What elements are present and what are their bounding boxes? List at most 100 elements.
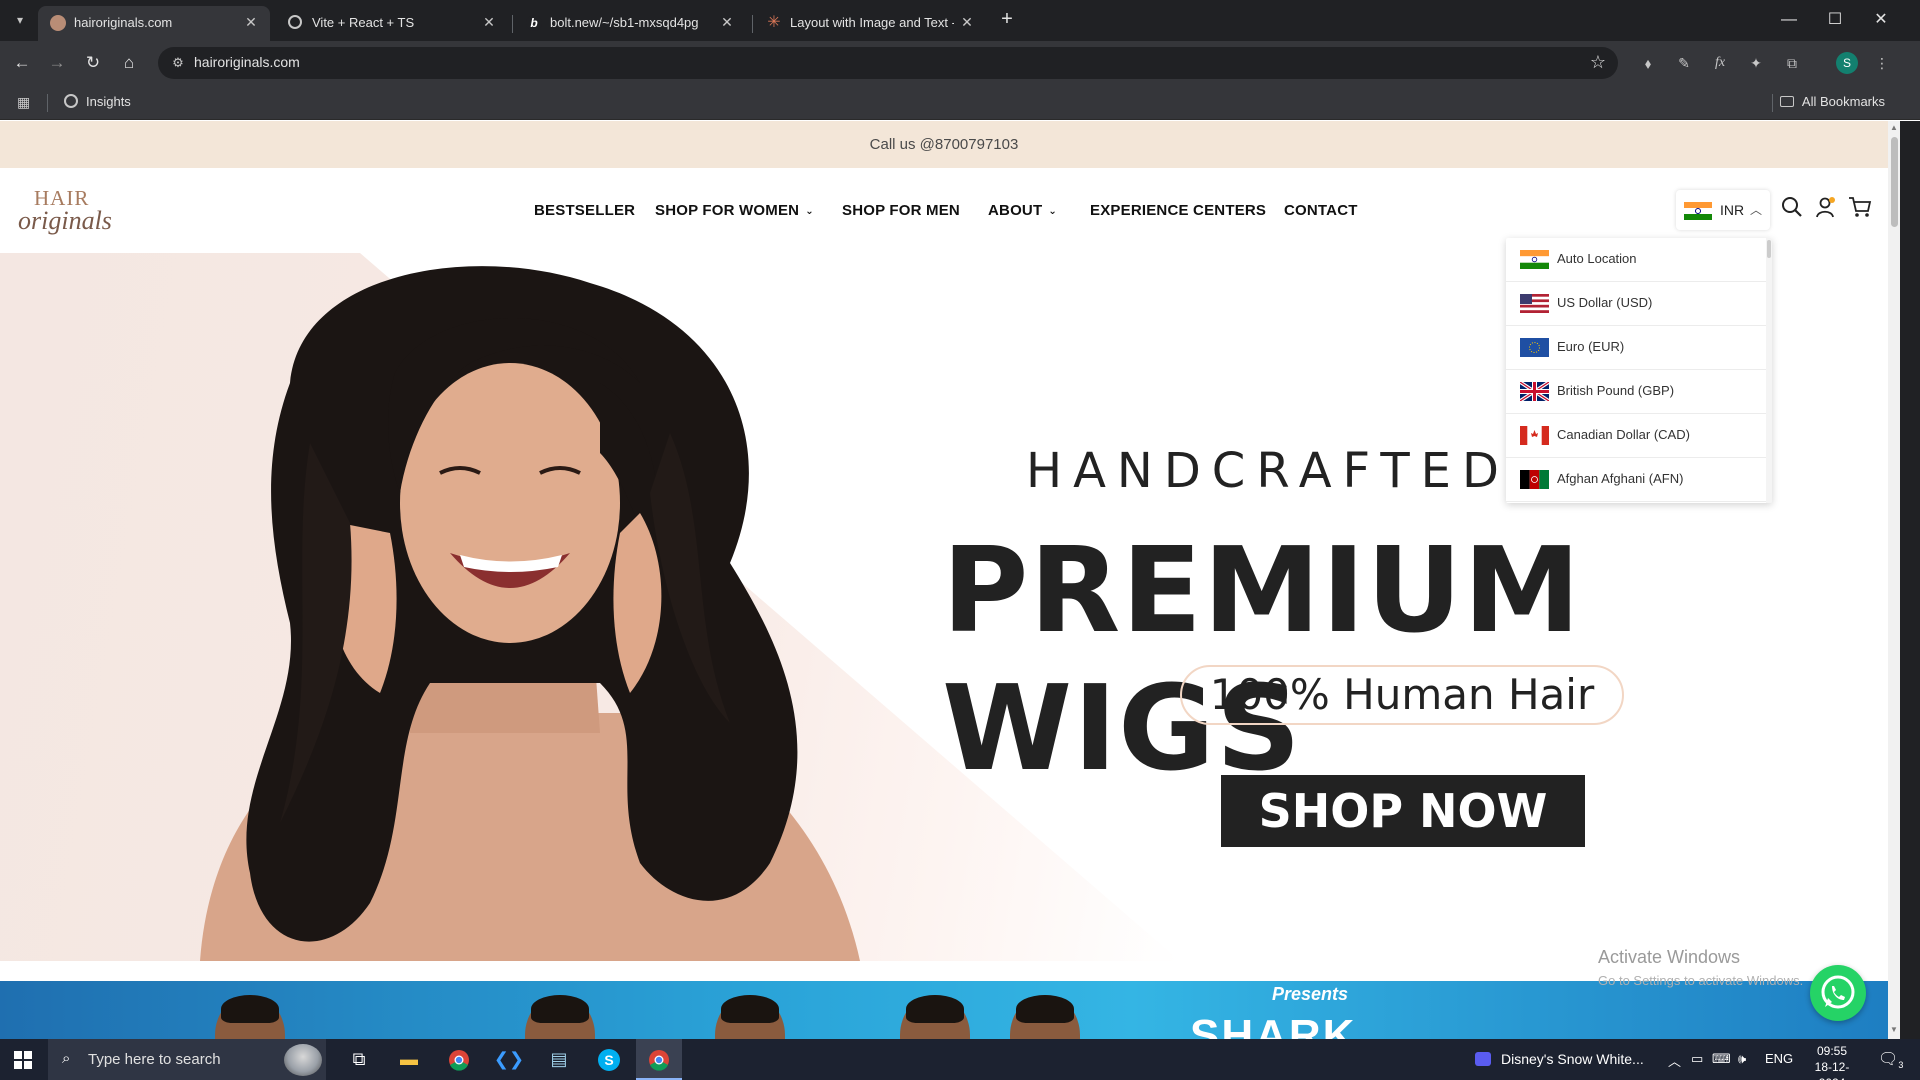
dropdown-scroll-thumb[interactable]	[1767, 240, 1771, 258]
all-bookmarks-button[interactable]: All Bookmarks	[1779, 94, 1885, 109]
eu-flag-icon	[1520, 338, 1549, 357]
banner-person-image	[215, 995, 285, 1039]
site-info-icon[interactable]: ⚙	[170, 55, 186, 71]
currency-code: INR	[1720, 202, 1745, 218]
tab-close-icon[interactable]: ✕	[958, 13, 976, 31]
nav-bestseller[interactable]: BESTSELLER	[534, 202, 635, 219]
media-widget[interactable]: Disney's Snow White...	[1475, 1051, 1644, 1067]
skype-icon[interactable]: S	[586, 1039, 632, 1080]
tray-chevron-icon[interactable]: ︿	[1668, 1051, 1681, 1070]
folder-icon	[1779, 96, 1794, 107]
currency-option-cad[interactable]: Canadian Dollar (CAD)	[1506, 414, 1766, 458]
nav-contact[interactable]: CONTACT	[1284, 202, 1358, 219]
extension-icon[interactable]: ⬧	[1636, 51, 1660, 75]
extensions-puzzle-icon[interactable]: ⧉	[1780, 51, 1804, 75]
logo-text-bottom: originals	[18, 206, 112, 235]
nav-experience-centers[interactable]: EXPERIENCE CENTERS	[1090, 202, 1266, 219]
currency-option-usd[interactable]: US Dollar (USD)	[1506, 282, 1766, 326]
hero-headline: PREMIUM WIGS	[942, 521, 1582, 797]
windows-start-icon[interactable]	[14, 1051, 32, 1069]
currency-option-eur[interactable]: Euro (EUR)	[1506, 326, 1766, 370]
bolt-favicon-icon: b	[526, 15, 542, 31]
formula-extension-icon[interactable]: fx	[1708, 51, 1732, 75]
tab-close-icon[interactable]: ✕	[480, 13, 498, 31]
nav-label: BESTSELLER	[534, 202, 636, 219]
back-button[interactable]: ←	[8, 49, 36, 77]
forward-button[interactable]: →	[43, 49, 71, 77]
tab-close-icon[interactable]: ✕	[242, 13, 260, 31]
globe-icon	[64, 94, 78, 108]
ai-extension-icon[interactable]: ✦	[1744, 51, 1768, 75]
currency-option-gbp[interactable]: British Pound (GBP)	[1506, 370, 1766, 414]
activate-windows-subtitle: Go to Settings to activate Windows.	[1598, 973, 1804, 988]
clock-date: 18-12-2024	[1814, 1060, 1850, 1080]
scroll-down-arrow-icon[interactable]: ▼	[1889, 1025, 1899, 1035]
nav-shop-for-women[interactable]: SHOP FOR WOMEN ⌄	[655, 202, 814, 219]
tab-layout[interactable]: ✳ Layout with Image and Text - Cl ✕	[754, 6, 986, 41]
bookmark-insights[interactable]: Insights	[64, 94, 131, 109]
bookmark-star-icon[interactable]: ☆	[1590, 52, 1606, 73]
shop-now-button[interactable]: SHOP NOW	[1221, 775, 1585, 847]
tab-search-button[interactable]: ▾	[8, 8, 32, 32]
window-close-button[interactable]: ✕	[1858, 0, 1904, 40]
tab-separator	[752, 15, 753, 33]
maximize-button[interactable]: ☐	[1812, 0, 1858, 40]
task-view-icon[interactable]: ⧉	[336, 1039, 382, 1080]
address-bar[interactable]: ⚙ hairoriginals.com ☆	[158, 47, 1618, 79]
volume-icon[interactable]: 🕪	[1738, 1051, 1746, 1067]
nav-about[interactable]: ABOUT ⌄	[988, 202, 1057, 219]
minimize-button[interactable]: —	[1766, 0, 1812, 40]
page-scrollbar[interactable]: ▲ ▼	[1888, 121, 1900, 1039]
apps-grid-icon[interactable]: ▦	[17, 94, 30, 111]
home-button[interactable]: ⌂	[115, 49, 143, 77]
bookmark-separator	[47, 94, 48, 112]
chrome-icon[interactable]	[436, 1039, 482, 1080]
uk-flag-icon	[1520, 382, 1549, 401]
profile-avatar[interactable]: S	[1836, 52, 1858, 74]
reload-button[interactable]: ↻	[79, 49, 107, 77]
network-icon[interactable]: ⌨	[1712, 1051, 1731, 1067]
hero-pill: 100% Human Hair	[1180, 665, 1624, 725]
chrome-active-icon[interactable]	[636, 1039, 682, 1080]
hero-model-image	[200, 266, 860, 961]
cart-icon[interactable]	[1846, 196, 1874, 224]
vscode-icon[interactable]: ❮❯	[486, 1039, 532, 1080]
hair-originals-logo[interactable]: HAIR originals	[18, 182, 112, 240]
url-text: hairoriginals.com	[194, 54, 300, 70]
search-icon[interactable]	[1778, 196, 1806, 224]
taskbar-clock[interactable]: 09:55 18-12-2024	[1802, 1043, 1862, 1080]
banner-person-image	[900, 995, 970, 1039]
language-indicator[interactable]: ENG	[1765, 1051, 1793, 1066]
new-tab-button[interactable]: +	[995, 8, 1019, 32]
dropdown-scrollbar[interactable]	[1766, 238, 1772, 503]
nav-label: EXPERIENCE CENTERS	[1090, 202, 1267, 219]
tab-title: hairoriginals.com	[74, 15, 173, 30]
notepad-icon[interactable]: ▤	[536, 1039, 582, 1080]
banner-title: SHARK	[1190, 1011, 1357, 1039]
page-scroll-thumb[interactable]	[1891, 137, 1898, 227]
currency-option-afn[interactable]: Afghan Afghani (AFN)	[1506, 458, 1766, 502]
scroll-up-arrow-icon[interactable]: ▲	[1889, 123, 1899, 133]
tab-vite[interactable]: Vite + React + TS ✕	[276, 6, 508, 41]
afghanistan-flag-icon	[1520, 470, 1549, 489]
file-explorer-icon[interactable]: ▬	[386, 1039, 432, 1080]
tab-close-icon[interactable]: ✕	[718, 13, 736, 31]
whatsapp-chat-button[interactable]	[1810, 965, 1866, 1021]
pen-extension-icon[interactable]: ✎	[1672, 51, 1696, 75]
tab-hairoriginals[interactable]: hairoriginals.com ✕	[38, 6, 270, 41]
account-user-icon[interactable]	[1812, 196, 1840, 224]
battery-icon[interactable]: ▭	[1691, 1051, 1703, 1067]
currency-option-auto[interactable]: Auto Location	[1506, 238, 1766, 282]
tab-title: Layout with Image and Text - Cl	[790, 15, 954, 30]
currency-selector[interactable]: INR ︿	[1676, 190, 1770, 230]
taskbar-search-box[interactable]: ⌕ Type here to search	[48, 1039, 326, 1080]
tab-bolt[interactable]: b bolt.new/~/sb1-mxsqd4pg ✕	[514, 6, 746, 41]
currency-option-label: British Pound (GBP)	[1557, 383, 1675, 398]
nav-shop-for-men[interactable]: SHOP FOR MEN	[842, 202, 960, 219]
currency-option-label: Auto Location	[1557, 251, 1637, 266]
search-highlight-image	[284, 1044, 322, 1076]
notifications-icon[interactable]: 🗨3	[1878, 1049, 1903, 1070]
globe-icon	[288, 15, 302, 29]
browser-menu-icon[interactable]: ⋮	[1870, 51, 1894, 75]
shark-tank-banner[interactable]: Presents SHARK	[0, 981, 1888, 1039]
